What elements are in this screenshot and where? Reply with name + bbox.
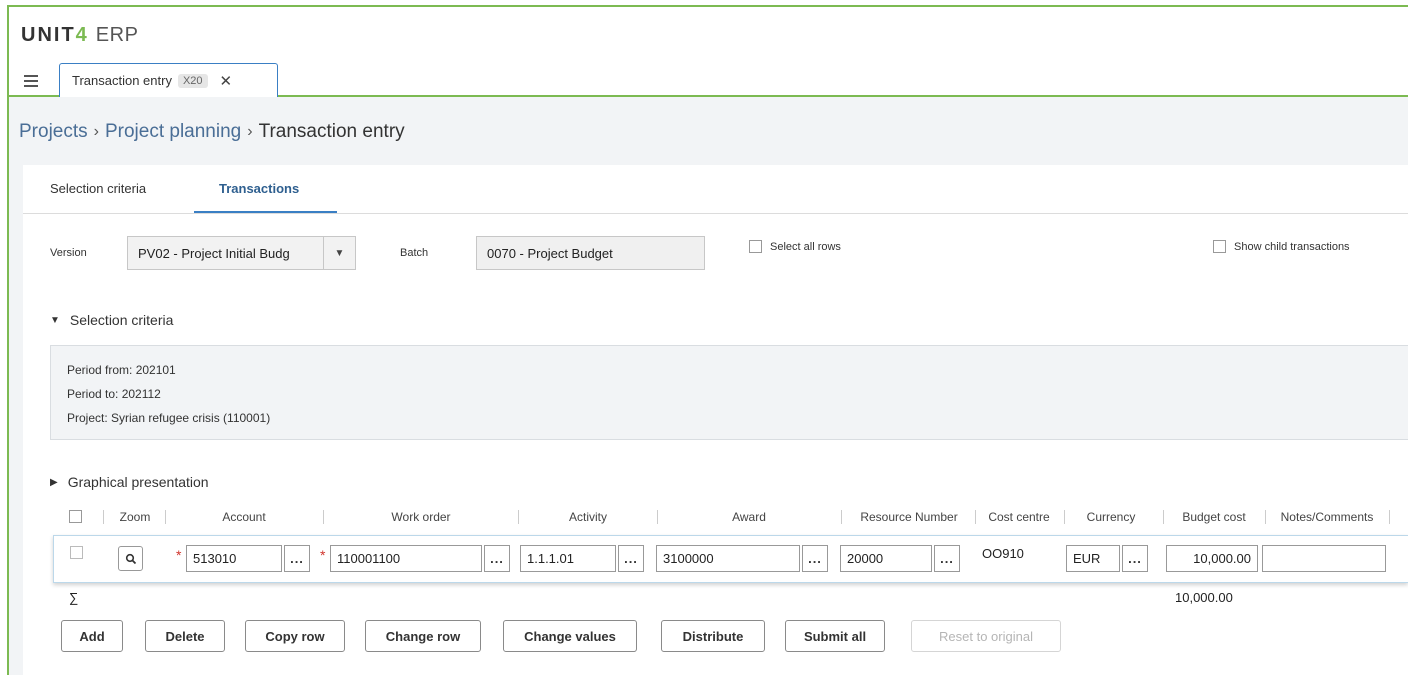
document-tab-badge: X20 [177, 73, 208, 88]
column-zoom: Zoom [119, 510, 151, 524]
breadcrumb-separator: › [247, 123, 253, 140]
caret-down-icon: ▼ [50, 314, 60, 326]
batch-label: Batch [400, 247, 429, 259]
account-input[interactable]: 513010 [186, 545, 282, 572]
breadcrumb: Projects › Project planning › Transactio… [19, 121, 405, 143]
column-currency[interactable]: Currency [1067, 504, 1155, 530]
criteria-period-to: Period to: 202112 [67, 387, 161, 401]
breadcrumb-separator: › [93, 123, 99, 140]
column-budget-cost[interactable]: Budget cost [1165, 504, 1263, 530]
main-content: Projects › Project planning › Transactio… [9, 97, 1408, 675]
magnifier-icon [125, 553, 136, 564]
batch-value: 0070 - Project Budget [487, 245, 613, 261]
version-value: PV02 - Project Initial Budg [138, 245, 290, 261]
chevron-down-icon[interactable]: ▼ [323, 237, 355, 269]
column-award[interactable]: Award [661, 504, 837, 530]
award-lookup-button[interactable]: ... [802, 545, 828, 572]
resource-number-value: 20000 [847, 551, 884, 566]
document-tab-transaction-entry[interactable]: Transaction entry X20 ✕ [59, 63, 278, 99]
selection-criteria-title: Selection criteria [69, 312, 174, 328]
budget-cost-value: 10,000.00 [1193, 551, 1251, 566]
column-account[interactable]: Account [169, 504, 319, 530]
logo-brand: UNIT4 [21, 24, 89, 47]
copy-row-button[interactable]: Copy row [245, 620, 345, 652]
delete-button[interactable]: Delete [145, 620, 225, 652]
activity-lookup-button[interactable]: ... [618, 545, 644, 572]
work-order-value: 110001100 [337, 551, 401, 566]
change-row-button[interactable]: Change row [365, 620, 481, 652]
change-values-button[interactable]: Change values [503, 620, 637, 652]
column-resource-number[interactable]: Resource Number [845, 504, 973, 530]
tab-selection-criteria[interactable]: Selection criteria [50, 181, 146, 196]
resource-number-input[interactable]: 20000 [840, 545, 932, 572]
page-title: Transaction entry [258, 121, 405, 142]
graphical-presentation-toggle[interactable]: ▶ Graphical presentation [50, 474, 209, 490]
version-select[interactable]: PV02 - Project Initial Budg ▼ [127, 236, 356, 270]
zoom-button[interactable] [118, 546, 143, 571]
show-child-transactions-label: Show child transactions [1234, 240, 1350, 253]
select-all-rows-checkbox[interactable]: Select all rows [749, 240, 841, 253]
app-frame: UNIT4 ERP Transaction entry X20 ✕ Projec… [7, 5, 1408, 675]
grid-header: Zoom Account Work order Activity Award R… [53, 504, 1408, 530]
unit4-logo: UNIT4 ERP [21, 24, 138, 47]
batch-field: 0070 - Project Budget [476, 236, 705, 270]
column-cost-centre[interactable]: Cost centre [977, 504, 1061, 530]
checkbox-box[interactable] [749, 240, 762, 253]
activity-value: 1.1.1.01 [527, 551, 574, 566]
table-row[interactable]: * 513010 ... * 110001100 ... 1.1.1.01 ..… [53, 535, 1408, 583]
graphical-presentation-title: Graphical presentation [67, 474, 209, 490]
top-bar: UNIT4 ERP Transaction entry X20 ✕ [9, 7, 1408, 99]
tab-transactions[interactable]: Transactions [219, 181, 299, 196]
select-all-rows-label: Select all rows [770, 240, 841, 253]
close-icon[interactable]: ✕ [220, 72, 233, 90]
version-label: Version [50, 247, 87, 259]
sum-budget-cost: 10,000.00 [1175, 590, 1233, 605]
account-lookup-button[interactable]: ... [284, 545, 310, 572]
cost-centre-value: OO910 [982, 546, 1024, 561]
resource-number-lookup-button[interactable]: ... [934, 545, 960, 572]
criteria-project: Project: Syrian refugee crisis (110001) [67, 411, 271, 425]
distribute-button[interactable]: Distribute [661, 620, 765, 652]
document-tab-label: Transaction entry [72, 73, 172, 88]
select-all-checkbox[interactable] [69, 510, 82, 523]
sum-row: ∑ 10,000.00 [53, 590, 1408, 610]
selection-criteria-toggle[interactable]: ▼ Selection criteria [50, 312, 173, 328]
activity-input[interactable]: 1.1.1.01 [520, 545, 616, 572]
currency-lookup-button[interactable]: ... [1122, 545, 1148, 572]
sum-symbol: ∑ [69, 590, 79, 605]
budget-cost-input[interactable]: 10,000.00 [1166, 545, 1258, 572]
criteria-period-from: Period from: 202101 [67, 363, 176, 377]
logo-brand-text: UNIT [21, 24, 76, 46]
column-notes-comments[interactable]: Notes/Comments [1267, 504, 1387, 530]
breadcrumb-projects[interactable]: Projects [19, 121, 88, 143]
hamburger-menu-icon[interactable] [24, 75, 38, 87]
submit-all-button[interactable]: Submit all [785, 620, 885, 652]
notes-comments-input[interactable] [1262, 545, 1386, 572]
currency-input[interactable]: EUR [1066, 545, 1120, 572]
award-value: 3100000 [663, 551, 714, 566]
checkbox-box[interactable] [1213, 240, 1226, 253]
breadcrumb-project-planning[interactable]: Project planning [105, 121, 241, 143]
reset-to-original-button: Reset to original [911, 620, 1061, 652]
work-order-input[interactable]: 110001100 [330, 545, 482, 572]
column-work-order[interactable]: Work order [329, 504, 513, 530]
account-value: 513010 [193, 551, 237, 566]
add-button[interactable]: Add [61, 620, 123, 652]
column-activity[interactable]: Activity [523, 504, 653, 530]
required-marker: * [320, 547, 326, 563]
tab-bar: Selection criteria Transactions [23, 165, 1408, 214]
selection-criteria-summary: Period from: 202101 Period to: 202112 Pr… [50, 345, 1408, 440]
active-tab-indicator [194, 211, 337, 213]
logo-brand-digit: 4 [75, 24, 89, 46]
required-marker: * [176, 547, 182, 563]
row-checkbox[interactable] [70, 546, 83, 559]
transaction-panel: Selection criteria Transactions Version … [23, 165, 1408, 675]
work-order-lookup-button[interactable]: ... [484, 545, 510, 572]
show-child-transactions-checkbox[interactable]: Show child transactions [1213, 240, 1350, 253]
logo-product: ERP [95, 24, 139, 46]
award-input[interactable]: 3100000 [656, 545, 800, 572]
currency-value: EUR [1073, 551, 1101, 566]
caret-right-icon: ▶ [50, 476, 58, 488]
